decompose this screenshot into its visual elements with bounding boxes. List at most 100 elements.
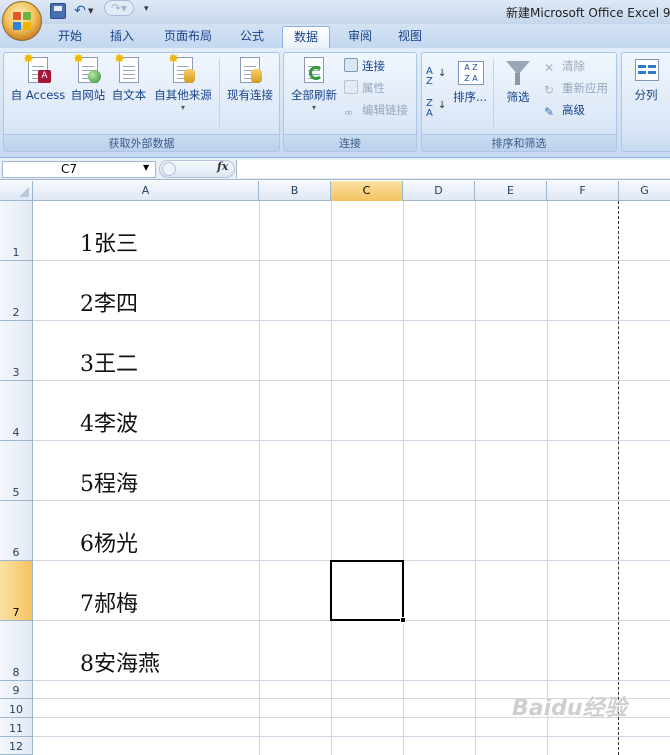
column-header-e[interactable]: E: [475, 181, 547, 201]
properties-icon: [344, 80, 358, 94]
row-number: 10: [9, 703, 23, 716]
office-button[interactable]: [2, 1, 42, 41]
row-header-12[interactable]: 12: [0, 737, 33, 755]
row-header-8[interactable]: 8: [0, 621, 33, 681]
row-number: 7: [12, 606, 20, 619]
sort-z-to-a-icon[interactable]: Z A ↓: [426, 99, 446, 119]
insert-function-icon[interactable]: fx: [217, 160, 228, 173]
cell-a3[interactable]: 3王二: [80, 352, 138, 378]
sort-a-to-z-icon[interactable]: A Z ↓: [426, 67, 446, 87]
row-number: 9: [12, 684, 20, 697]
row-header-9[interactable]: 9: [0, 681, 33, 699]
row-header-6[interactable]: 6: [0, 501, 33, 561]
cell-a6[interactable]: 6杨光: [80, 532, 138, 558]
refresh-all-label: 全部刷新: [291, 88, 337, 102]
from-access-button[interactable]: ✸ A 自 Access: [8, 53, 68, 103]
from-other-sources-button[interactable]: ✸ 自其他来源 ▾: [150, 53, 216, 112]
fill-handle[interactable]: [400, 617, 406, 623]
advanced-filter-button[interactable]: ✎ 高级: [544, 101, 585, 119]
row-header-11[interactable]: 11: [0, 718, 33, 737]
column-header-a[interactable]: A: [33, 181, 259, 201]
formula-input[interactable]: [236, 160, 670, 178]
gridline: [33, 440, 670, 441]
text-to-columns-button[interactable]: 分列: [626, 57, 666, 103]
gridline: [547, 201, 548, 755]
expand-circle-icon: [162, 162, 176, 176]
save-icon[interactable]: [50, 3, 66, 19]
row-header-10[interactable]: 10: [0, 699, 33, 718]
group-get-external-data: ✸ A 自 Access ✸ 自网站 ✸ 自文本 ✸ 自其他来源 ▾ 现有连接 获…: [3, 52, 280, 152]
cell-a4[interactable]: 4李波: [80, 412, 138, 438]
existing-connections-label: 现有连接: [227, 88, 273, 102]
tab-home[interactable]: 开始: [48, 26, 92, 48]
tab-insert[interactable]: 插入: [100, 26, 144, 48]
group-connections: 全部刷新 ▾ 连接 属性 ∞ 编辑链接 连接: [283, 52, 417, 152]
name-box[interactable]: C7: [2, 161, 156, 178]
row-number: 3: [12, 366, 20, 379]
row-number: 1: [12, 246, 20, 259]
gridline: [33, 260, 670, 261]
connections-label: 连接: [362, 59, 385, 73]
gridline: [33, 500, 670, 501]
tab-view[interactable]: 视图: [388, 26, 432, 48]
chain-link-icon: ∞: [344, 106, 354, 119]
reapply-label: 重新应用: [562, 81, 608, 95]
tab-data[interactable]: 数据: [282, 26, 330, 48]
gridline: [33, 380, 670, 381]
select-all-button[interactable]: [0, 181, 33, 201]
gridline: [33, 680, 670, 681]
edit-links-button: ∞ 编辑链接: [344, 101, 408, 119]
undo-icon[interactable]: ↶: [72, 3, 88, 19]
group-label: 获取外部数据: [4, 134, 279, 151]
existing-connections-button[interactable]: 现有连接: [223, 57, 277, 103]
dropdown-arrow-icon: ▾: [180, 103, 185, 112]
column-header-d[interactable]: D: [403, 181, 475, 201]
row-number: 8: [12, 666, 20, 679]
filter-label: 筛选: [506, 90, 530, 104]
from-text-label: 自文本: [111, 88, 147, 102]
web-globe-icon: ✸: [73, 53, 101, 87]
from-web-button[interactable]: ✸ 自网站: [68, 53, 108, 103]
undo-dropdown-icon[interactable]: ▼: [88, 7, 96, 15]
gridline: [33, 320, 670, 321]
group-label: 排序和筛选: [422, 134, 616, 151]
tab-page-layout[interactable]: 页面布局: [152, 26, 224, 48]
group-label: 连接: [284, 134, 416, 151]
cell-a7[interactable]: 7郝梅: [80, 592, 138, 618]
cell-a5[interactable]: 5程海: [80, 472, 138, 498]
customize-quick-access-icon[interactable]: ▾: [144, 4, 149, 14]
column-header-c[interactable]: C: [331, 181, 403, 201]
refresh-all-button[interactable]: 全部刷新 ▾: [288, 57, 340, 112]
row-header-3[interactable]: 3: [0, 321, 33, 381]
name-box-dropdown-icon[interactable]: ▼: [143, 163, 149, 172]
ribbon-tab-bar: 开始 插入 页面布局 公式 数据 审阅 视图: [0, 24, 670, 48]
row-header-5[interactable]: 5: [0, 441, 33, 501]
advanced-filter-label: 高级: [562, 103, 585, 117]
column-header-b[interactable]: B: [259, 181, 331, 201]
column-header-g[interactable]: G: [619, 181, 670, 201]
row-header-4[interactable]: 4: [0, 381, 33, 441]
sort-button[interactable]: A ZZ A 排序...: [450, 59, 490, 105]
from-web-label: 自网站: [70, 88, 106, 102]
tab-review[interactable]: 审阅: [338, 26, 382, 48]
properties-label: 属性: [362, 81, 385, 95]
tab-formulas[interactable]: 公式: [230, 26, 274, 48]
cell-a8[interactable]: 8安海燕: [80, 652, 160, 678]
row-header-1[interactable]: 1: [0, 201, 33, 261]
gridline: [403, 201, 404, 755]
cell-a2[interactable]: 2李四: [80, 292, 138, 318]
connections-icon: [344, 58, 358, 72]
gridline: [331, 201, 332, 755]
filter-button[interactable]: 筛选: [498, 59, 538, 105]
row-header-7[interactable]: 7: [0, 561, 33, 621]
row-header-2[interactable]: 2: [0, 261, 33, 321]
reapply-icon: ↻: [544, 83, 555, 97]
cell-a1[interactable]: 1张三: [80, 232, 138, 258]
connections-button[interactable]: 连接: [344, 57, 385, 75]
from-text-button[interactable]: ✸ 自文本: [109, 53, 149, 103]
column-header-f[interactable]: F: [547, 181, 619, 201]
active-cell-c7[interactable]: [330, 560, 404, 621]
clear-filter-label: 清除: [562, 59, 585, 73]
page-break-line: [618, 201, 619, 755]
window-title: 新建Microsoft Office Excel 9: [506, 6, 670, 20]
